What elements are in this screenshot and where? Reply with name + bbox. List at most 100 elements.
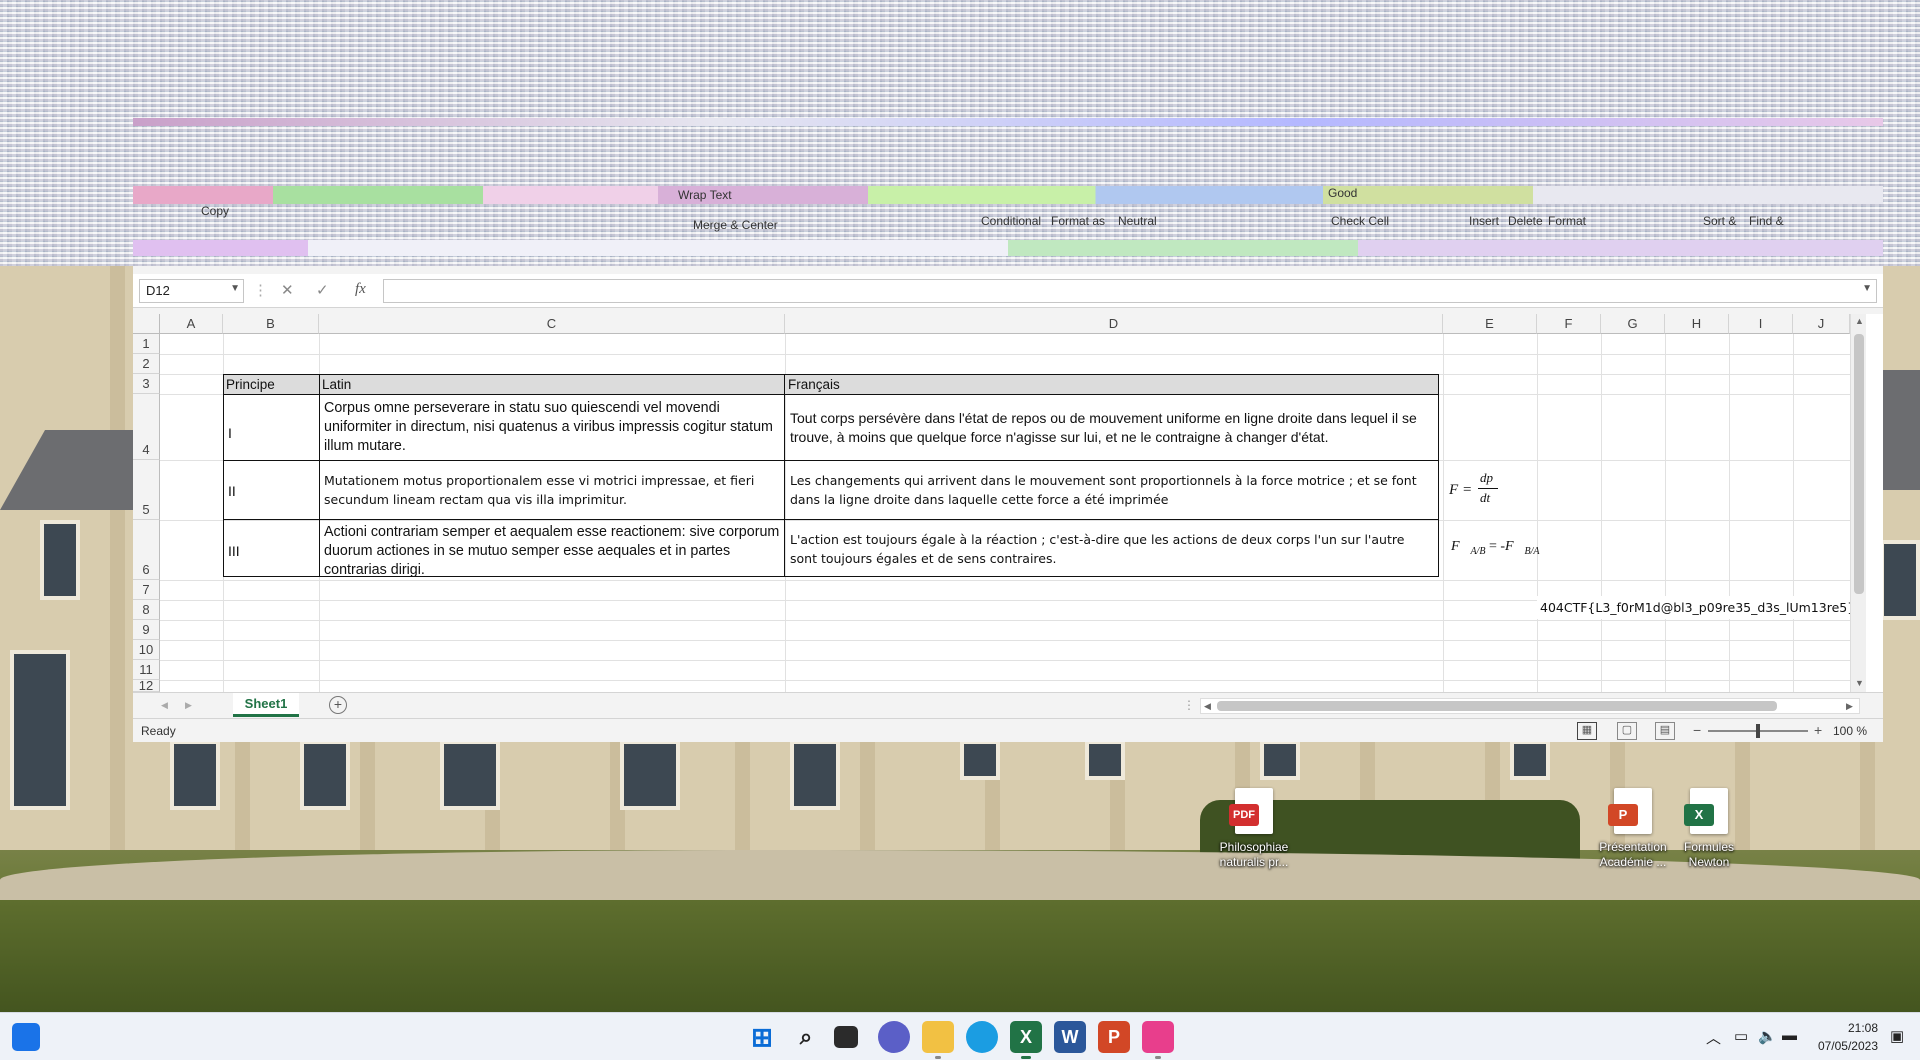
row-header-2[interactable]: 2 — [133, 354, 160, 374]
window-pane — [620, 740, 680, 810]
zoom-in-icon[interactable]: + — [1814, 722, 1822, 738]
scrollbar-thumb[interactable] — [1854, 334, 1864, 594]
copy-button[interactable]: Copy — [201, 204, 229, 218]
cell-D4[interactable]: Tout corps persévère dans l'état de repo… — [787, 407, 1437, 453]
word-icon[interactable]: W — [1054, 1021, 1086, 1053]
insert-function-icon[interactable]: fx — [355, 281, 366, 298]
notification-icon[interactable]: ▣ — [1890, 1027, 1904, 1045]
cell-C5[interactable]: Mutationem motus proportionalem esse vi … — [321, 469, 783, 511]
desktop-icon-excel[interactable]: X Formules Newton — [1664, 788, 1754, 870]
scroll-down-icon[interactable]: ▼ — [1855, 678, 1864, 688]
scroll-up-icon[interactable]: ▲ — [1855, 316, 1864, 326]
cell-C4[interactable]: Corpus omne perseverare in statu suo qui… — [321, 397, 783, 459]
style-check-cell[interactable]: Check Cell — [1331, 214, 1389, 228]
cell-D6[interactable]: L'action est toujours égale à la réactio… — [787, 528, 1437, 570]
cell-F8[interactable]: 404CTF{L3_f0rM1d@bl3_p09re35_d3s_lUm13re… — [1537, 596, 1857, 619]
column-header-G[interactable]: G — [1601, 314, 1665, 334]
chat-icon[interactable] — [878, 1021, 910, 1053]
scroll-left-icon[interactable]: ◀ — [1204, 701, 1211, 712]
row-header-3[interactable]: 3 — [133, 374, 160, 394]
column-header-B[interactable]: B — [223, 314, 319, 334]
sheet-tab-sheet1[interactable]: Sheet1 — [233, 693, 299, 717]
column-header-F[interactable]: F — [1537, 314, 1601, 334]
window-pane — [1085, 740, 1125, 780]
sort-filter-button[interactable]: Sort & — [1703, 214, 1736, 228]
normal-view-icon[interactable]: ▦ — [1577, 722, 1597, 740]
scroll-right-icon[interactable]: ▶ — [1846, 701, 1853, 712]
zoom-out-icon[interactable]: − — [1693, 722, 1701, 738]
battery-icon[interactable]: ▬ — [1782, 1027, 1797, 1044]
scrollbar-thumb[interactable] — [1217, 701, 1777, 711]
find-select-button[interactable]: Find & — [1749, 214, 1784, 228]
vertical-scrollbar[interactable]: ▲ ▼ — [1850, 314, 1866, 692]
merge-center-button[interactable]: Merge & Center — [693, 218, 778, 232]
column-header-J[interactable]: J — [1793, 314, 1850, 334]
wrap-text-button[interactable]: Wrap Text — [678, 188, 732, 202]
column-header-I[interactable]: I — [1729, 314, 1793, 334]
column-header-E[interactable]: E — [1443, 314, 1537, 334]
row-header-5[interactable]: 5 — [133, 460, 160, 520]
zoom-level[interactable]: 100 % — [1833, 724, 1867, 738]
cell-D5[interactable]: Les changements qui arrivent dans le mou… — [787, 469, 1437, 511]
row-header-9[interactable]: 9 — [133, 620, 160, 640]
horizontal-scrollbar[interactable]: ◀ ▶ — [1200, 698, 1860, 714]
ribbon-labels: Wrap Text Good Conditional Format as Neu… — [133, 186, 1883, 266]
windows-start-icon[interactable]: ⊞ — [746, 1021, 778, 1053]
add-sheet-button[interactable]: + — [329, 696, 347, 714]
powerpoint-icon[interactable]: P — [1098, 1021, 1130, 1053]
spreadsheet-grid[interactable]: ABCDEFGHIJ 1 2 3 4 5 6 7 8 9 10 11 12 Principe Lati… — [133, 314, 1883, 692]
cell-C6[interactable]: Actioni contrariam semper et aequalem es… — [321, 521, 783, 577]
name-box[interactable]: D12 ▼ — [139, 279, 244, 303]
column-header-C[interactable]: C — [319, 314, 785, 334]
running-indicator — [1155, 1056, 1161, 1059]
task-view-icon[interactable] — [834, 1026, 858, 1048]
cell-B6[interactable]: III — [225, 540, 315, 563]
format-cells-button[interactable]: Format — [1548, 214, 1586, 228]
chevron-up-icon[interactable]: ︿ — [1706, 1027, 1721, 1048]
desktop-icon-pdf[interactable]: PDF Philosophiae naturalis pr... — [1209, 788, 1299, 870]
row-header-10[interactable]: 10 — [133, 640, 160, 660]
page-layout-icon[interactable]: ▢ — [1617, 722, 1637, 740]
search-icon[interactable]: ⌕ — [790, 1021, 822, 1053]
style-neutral[interactable]: Neutral — [1118, 214, 1157, 228]
row-header-8[interactable]: 8 — [133, 600, 160, 620]
formula-input[interactable]: ▼ — [383, 279, 1877, 303]
row-header-7[interactable]: 7 — [133, 580, 160, 600]
snipping-tool-icon[interactable] — [1142, 1021, 1174, 1053]
delete-cells-button[interactable]: Delete — [1508, 214, 1543, 228]
clock[interactable]: 21:08 07/05/2023 — [1818, 1019, 1878, 1055]
zoom-slider[interactable] — [1708, 724, 1808, 738]
excel-icon[interactable]: X — [1010, 1021, 1042, 1053]
select-all-corner[interactable] — [133, 314, 160, 334]
chevron-down-icon[interactable]: ▼ — [1862, 283, 1872, 294]
row-header-1[interactable]: 1 — [133, 334, 160, 354]
cell-B4[interactable]: I — [225, 422, 315, 445]
file-explorer-icon[interactable] — [922, 1021, 954, 1053]
lawn — [0, 900, 1920, 1012]
split-handle-icon[interactable]: ⋮ — [1183, 698, 1195, 712]
insert-cells-button[interactable]: Insert — [1469, 214, 1499, 228]
row-header-6[interactable]: 6 — [133, 520, 160, 580]
column-header-D[interactable]: D — [785, 314, 1443, 334]
format-as-table-button[interactable]: Format as — [1051, 214, 1105, 228]
widgets-icon[interactable] — [12, 1023, 40, 1051]
grid-column-line — [1729, 334, 1730, 692]
cancel-icon[interactable]: ✕ — [281, 281, 294, 299]
edge-icon[interactable] — [966, 1021, 998, 1053]
style-good[interactable]: Good — [1328, 186, 1357, 200]
conditional-formatting-button[interactable]: Conditional — [981, 214, 1041, 228]
chevron-down-icon[interactable]: ▼ — [230, 283, 240, 294]
column-header-H[interactable]: H — [1665, 314, 1729, 334]
prev-sheet-icon[interactable]: ◀ — [161, 700, 168, 711]
page-break-icon[interactable]: ▤ — [1655, 722, 1675, 740]
running-indicator — [1021, 1056, 1031, 1059]
enter-icon[interactable]: ✓ — [316, 281, 329, 299]
network-icon[interactable]: ▭ — [1734, 1027, 1748, 1045]
cell-B5[interactable]: II — [225, 480, 315, 503]
volume-icon[interactable]: 🔈 — [1758, 1027, 1777, 1045]
row-header-11[interactable]: 11 — [133, 660, 160, 680]
row-header-12[interactable]: 12 — [133, 679, 160, 692]
next-sheet-icon[interactable]: ▶ — [185, 700, 192, 711]
column-header-A[interactable]: A — [160, 314, 223, 334]
row-header-4[interactable]: 4 — [133, 394, 160, 460]
